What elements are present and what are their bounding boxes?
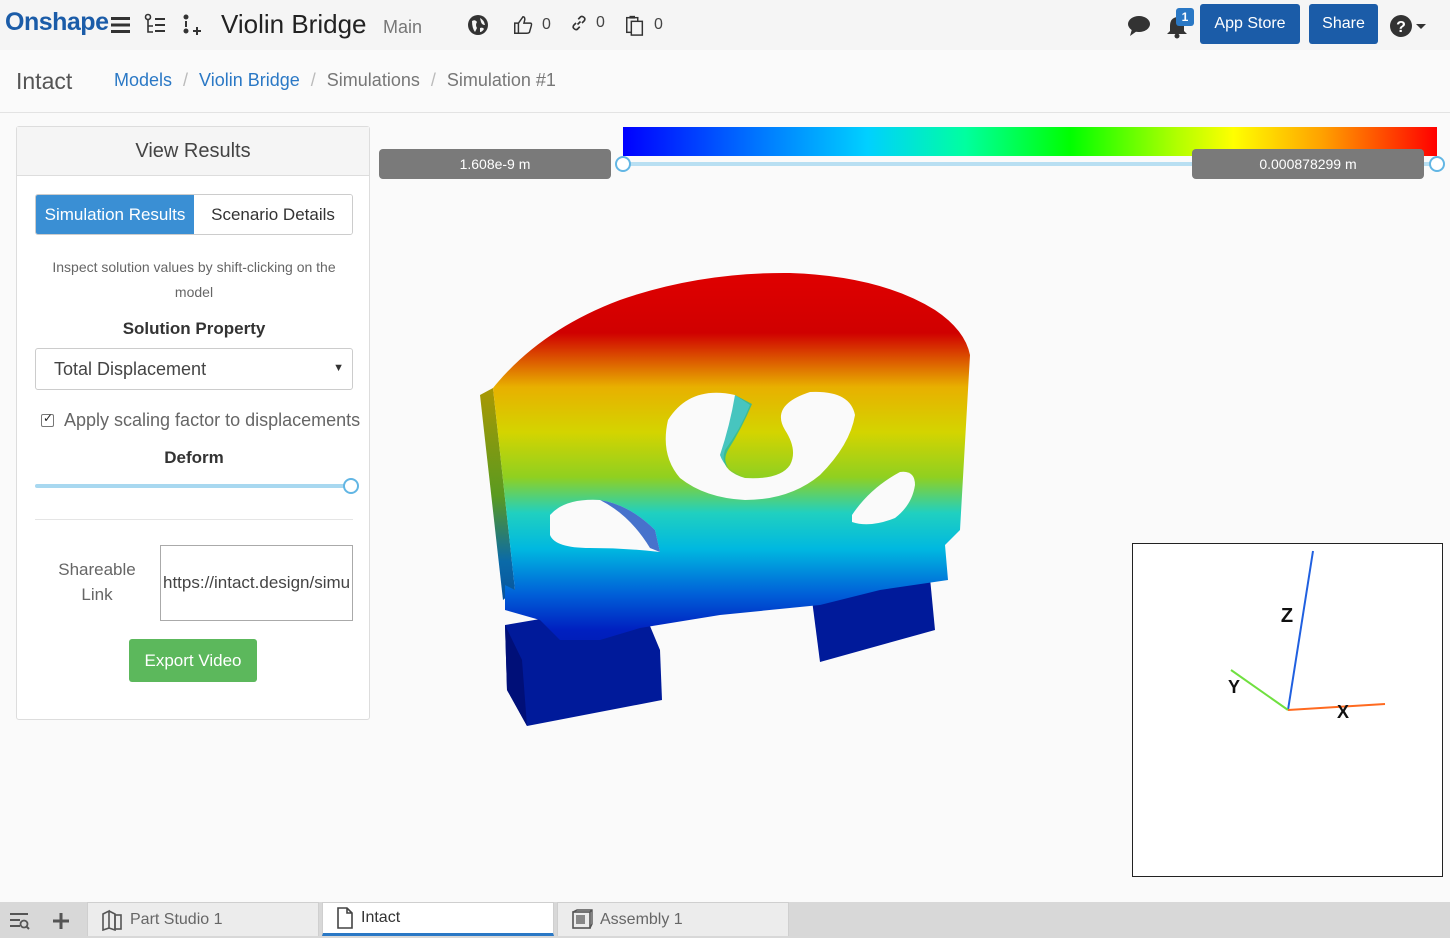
document-icon (337, 907, 353, 929)
deform-slider-track[interactable] (35, 484, 351, 488)
onshape-logo[interactable]: Onshape (5, 8, 109, 37)
tab-simulation-results[interactable]: Simulation Results (36, 195, 194, 234)
share-button[interactable]: Share (1309, 4, 1378, 44)
copy-icon (626, 15, 644, 36)
document-title[interactable]: Violin Bridge (221, 9, 367, 40)
breadcrumb-current: Simulation #1 (446, 70, 556, 90)
svg-text:?: ? (1396, 19, 1406, 36)
notification-badge[interactable]: 1 (1176, 8, 1194, 26)
add-feature-icon[interactable] (179, 13, 203, 37)
solution-property-select[interactable]: Total Displacement ▼ (35, 348, 353, 390)
chevron-down-icon: ▼ (333, 362, 344, 374)
view-results-panel: View Results Simulation Results Scenario… (16, 126, 370, 720)
axis-triad-icon: Z Y X (1228, 550, 1386, 722)
legend-min-value: 1.608e-9 m (379, 149, 611, 179)
x-axis-label: X (1337, 702, 1349, 722)
link-icon (572, 15, 586, 31)
shareable-link-field[interactable]: https://intact.design/simu (160, 545, 353, 621)
breadcrumb-separator: / (430, 70, 436, 90)
add-tab-icon[interactable] (51, 911, 71, 931)
deform-label: Deform (164, 448, 224, 467)
tab-intact-label: Intact (361, 909, 401, 926)
likes-count: 0 (542, 16, 551, 33)
panel-title: View Results (17, 127, 369, 176)
bottom-tab-bar: Part Studio 1 Intact Assembly 1 (0, 902, 1450, 938)
violin-bridge-model[interactable] (480, 272, 970, 726)
tab-intact[interactable]: Intact (322, 902, 554, 936)
solution-property-value: Total Displacement (54, 359, 207, 379)
globe-icon[interactable] (466, 13, 490, 37)
app-store-button[interactable]: App Store (1200, 4, 1300, 44)
thumbs-up-icon (514, 16, 533, 34)
legend-min-handle[interactable] (615, 156, 631, 172)
model-viewport[interactable] (375, 200, 1115, 760)
feature-tree-icon[interactable] (143, 13, 167, 37)
assembly-icon (572, 908, 593, 929)
chat-icon[interactable] (1127, 14, 1151, 38)
breadcrumb-bar: Intact Models / Violin Bridge / Simulati… (0, 50, 1450, 113)
copies-count: 0 (654, 16, 663, 33)
deform-slider-handle[interactable] (343, 478, 359, 494)
help-icon[interactable]: ? (1389, 14, 1429, 38)
tab-assembly-label: Assembly 1 (600, 910, 683, 928)
tab-manager-icon[interactable] (8, 911, 30, 931)
breadcrumb-violin-bridge[interactable]: Violin Bridge (199, 70, 300, 91)
export-video-button[interactable]: Export Video (129, 639, 257, 682)
results-tabs: Simulation Results Scenario Details (35, 194, 353, 235)
tab-part-studio[interactable]: Part Studio 1 (87, 902, 319, 936)
legend-max-value: 0.000878299 m (1192, 149, 1424, 179)
divider (35, 519, 353, 520)
breadcrumb-models[interactable]: Models (114, 70, 172, 91)
z-axis-label: Z (1281, 605, 1293, 627)
breadcrumb-simulations: Simulations (326, 70, 420, 90)
tab-scenario-details[interactable]: Scenario Details (194, 195, 352, 234)
solution-property-label: Solution Property (122, 319, 266, 338)
inspect-hint: Inspect solution values by shift-clickin… (52, 259, 336, 300)
links-count: 0 (596, 14, 605, 31)
top-bar: Onshape Violin Bridge Main 0 0 0 1 App S… (0, 0, 1450, 50)
copies-stat[interactable]: 0 (624, 14, 663, 36)
apply-scaling-checkbox[interactable] (41, 411, 54, 427)
tab-assembly[interactable]: Assembly 1 (557, 902, 789, 936)
app-name: Intact (16, 68, 73, 94)
breadcrumb-separator: / (310, 70, 316, 90)
links-stat[interactable]: 0 (570, 14, 605, 32)
y-axis-label: Y (1228, 677, 1240, 697)
apply-scaling-label: Apply scaling factor to displacements (64, 410, 361, 430)
branch-name[interactable]: Main (383, 17, 422, 38)
breadcrumb-separator: / (183, 70, 189, 90)
breadcrumb: Models / Violin Bridge / Simulations / S… (114, 70, 556, 91)
orientation-triad[interactable]: Z Y X (1132, 543, 1443, 877)
shareable-link-label: Shareable Link (58, 560, 136, 604)
likes-stat[interactable]: 0 (512, 14, 551, 36)
legend-max-handle[interactable] (1429, 156, 1445, 172)
part-studio-icon (102, 909, 122, 931)
tab-part-studio-label: Part Studio 1 (130, 910, 223, 928)
hamburger-icon[interactable] (109, 13, 133, 37)
apply-scaling-row[interactable]: Apply scaling factor to displacements (41, 410, 360, 431)
